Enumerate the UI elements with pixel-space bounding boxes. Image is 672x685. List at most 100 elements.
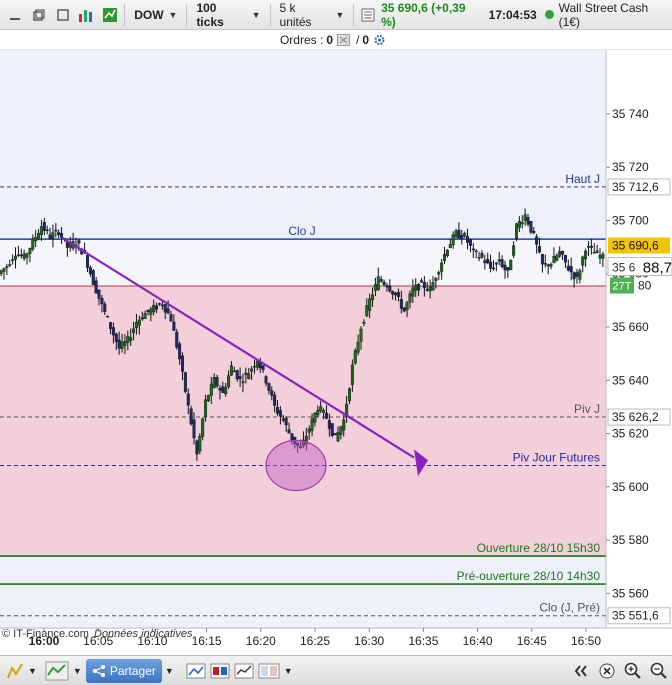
highlight-ellipse[interactable]: [265, 439, 327, 492]
price-chart[interactable]: 35 740 35 720 35 700 35 680 35 660 35 640 35 6…: [0, 50, 672, 653]
workspace-tool-icon[interactable]: [258, 658, 280, 684]
candle-body: [114, 333, 118, 343]
watermark-source: © IT-Finance.com: [2, 628, 89, 640]
y-tick-label: 35 560: [612, 586, 649, 600]
candle-body: [440, 262, 444, 272]
candle-body: [100, 297, 104, 304]
symbol-select[interactable]: DOW ▼: [130, 3, 181, 27]
market-open-icon: [544, 10, 554, 19]
candle-body: [250, 368, 254, 372]
candle-body: [206, 395, 210, 401]
candle-body: [5, 266, 9, 268]
close-icon[interactable]: [596, 660, 618, 682]
candle-body: [134, 321, 138, 329]
candle-body: [549, 264, 553, 267]
level-value-label: 35 626,2: [612, 410, 659, 424]
compare-tool-icon[interactable]: [234, 658, 254, 684]
candle-body: [543, 262, 547, 265]
candle-body: [19, 254, 23, 257]
candle-body: [212, 377, 216, 388]
orders-pending-icon[interactable]: [337, 33, 350, 46]
candle-body: [229, 365, 233, 376]
level-label: Clo (J, Pré): [539, 601, 600, 615]
indicators-icon[interactable]: [45, 658, 69, 684]
candle-body: [307, 428, 311, 433]
candle-body: [120, 341, 124, 349]
zoom-out-icon[interactable]: [648, 660, 670, 682]
candle-body: [103, 303, 107, 312]
candle-body: [278, 410, 282, 417]
candle-body: [503, 264, 507, 271]
candle-body: [408, 293, 412, 303]
bar-chart-icon[interactable]: [78, 6, 96, 24]
window-restore-icon[interactable]: [30, 6, 48, 24]
x-tick-label: 16:45: [517, 634, 547, 648]
candle-body: [157, 303, 161, 305]
candle-body: [235, 370, 239, 380]
zoom-in-icon[interactable]: [622, 660, 644, 682]
window-maximize-icon[interactable]: [54, 6, 72, 24]
candle-body: [595, 250, 599, 253]
candle-body: [437, 272, 441, 275]
candle-body: [451, 234, 455, 246]
candle-body: [500, 259, 504, 268]
period-value: 100 ticks: [196, 0, 224, 29]
candle-body: [376, 276, 380, 291]
candle-body: [552, 256, 556, 264]
image-tool-icon[interactable]: [186, 658, 206, 684]
candle-body: [201, 418, 205, 437]
candle-body: [97, 289, 101, 299]
candle-body: [385, 285, 389, 288]
candle-body: [218, 388, 222, 391]
indicator-icon[interactable]: [101, 6, 119, 24]
candle-body: [152, 304, 156, 312]
draw-tool-icon[interactable]: [6, 658, 24, 684]
quote-list-icon[interactable]: [359, 6, 377, 24]
y-tick-label: 35 620: [612, 427, 649, 441]
chart-svg[interactable]: 35 740 35 720 35 700 35 680 35 660 35 640 35 6…: [0, 50, 672, 653]
chevron-down-icon[interactable]: ▼: [73, 658, 82, 684]
candle-body: [419, 280, 423, 283]
lower-zone: [0, 556, 606, 628]
candle-body: [457, 229, 461, 239]
candle-body: [563, 254, 567, 263]
chevron-down-icon[interactable]: ▼: [284, 658, 293, 684]
candle-body: [523, 214, 527, 221]
candle-body: [247, 373, 251, 380]
gear-icon[interactable]: [373, 34, 386, 46]
candle-body: [399, 299, 403, 309]
scroll-left-icon[interactable]: [570, 660, 592, 682]
candle-body: [586, 246, 590, 248]
zoom-controls: [568, 660, 672, 682]
share-button[interactable]: Partager: [85, 658, 162, 683]
candle-body: [143, 313, 147, 319]
candle-body: [129, 337, 133, 342]
window-minimize-icon[interactable]: [6, 6, 24, 24]
x-tick-label: 16:25: [300, 634, 330, 648]
x-tick-label: 16:40: [463, 634, 493, 648]
candle-body: [91, 270, 95, 285]
candle-body: [330, 423, 334, 436]
template-tool-icon[interactable]: [210, 658, 230, 684]
candle-body: [489, 261, 493, 269]
candle-body: [39, 226, 43, 235]
bottom-toolbar: ▼ ▼ Partager ▼ ▼: [0, 655, 672, 685]
candle-body: [11, 259, 15, 261]
chevron-down-icon[interactable]: ▼: [165, 658, 174, 684]
candle-body: [581, 256, 585, 266]
candle-body: [589, 245, 593, 248]
period-select[interactable]: 100 ticks ▼: [192, 0, 264, 29]
chevron-down-icon: ▼: [251, 9, 261, 20]
orders-label: Ordres :: [279, 32, 324, 47]
chevron-down-icon: ▼: [168, 9, 178, 20]
chevron-down-icon[interactable]: ▼: [28, 658, 37, 684]
x-tick-label: 16:20: [246, 634, 276, 648]
separator: [353, 3, 355, 26]
candle-body: [391, 291, 395, 295]
candle-body: [270, 390, 274, 396]
level-label: Piv J: [574, 402, 600, 416]
units-select[interactable]: 5 k unités ▼: [276, 1, 349, 29]
candle-body: [460, 235, 464, 239]
candle-body: [382, 281, 386, 285]
upper-zone: [0, 50, 606, 240]
